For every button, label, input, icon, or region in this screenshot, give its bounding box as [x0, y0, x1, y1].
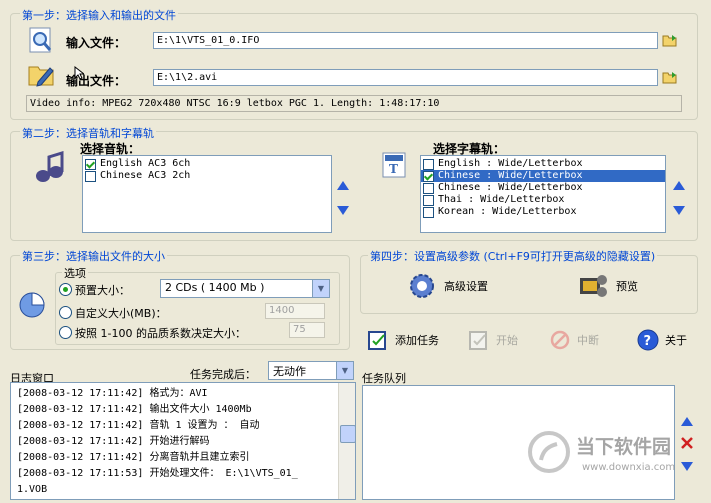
log-scrollbar[interactable]: [338, 383, 356, 499]
log-line: [2008-03-12 17:11:42] 输出文件大小 1400Mb: [17, 404, 252, 415]
checkbox-icon[interactable]: [423, 182, 434, 194]
log-line: [2008-03-12 17:11:42] 格式为：AVI: [17, 388, 208, 399]
add-task-button[interactable]: 添加任务: [367, 329, 439, 351]
browse-output-icon[interactable]: [662, 69, 678, 85]
log-line: [2008-03-12 17:11:42] 分离音轨并且建立索引: [17, 452, 250, 463]
audio-icon: [32, 150, 66, 185]
audio-track-item[interactable]: English AC3 6ch: [83, 158, 331, 170]
quality-input[interactable]: 75: [289, 322, 325, 338]
about-button[interactable]: ? 关于: [637, 329, 687, 351]
output-file-field[interactable]: E:\1\2.avi: [153, 69, 658, 86]
step2-title: 第二步：选择音轨和字幕轨: [20, 125, 156, 141]
queue-move-down-icon[interactable]: [681, 462, 693, 471]
watermark-url: www.downxia.com: [582, 462, 676, 473]
quality-size-label: 按照 1-100 的品质系数决定大小：: [75, 327, 246, 340]
browse-input-icon[interactable]: [662, 32, 678, 48]
audio-move-down-icon[interactable]: [337, 206, 349, 215]
chevron-down-icon[interactable]: ▼: [336, 362, 353, 379]
after-task-label: 任务完成后：: [190, 368, 256, 381]
step4-title: 第四步：设置高级参数 (Ctrl+F9可打开更高级的隐藏设置): [368, 248, 658, 264]
input-file-label: 输入文件：: [66, 36, 127, 50]
subtitle-track-list[interactable]: English : Wide/Letterbox Chinese : Wide/…: [420, 155, 666, 233]
options-label: 选项: [62, 265, 88, 281]
svg-text:?: ?: [644, 334, 652, 349]
checkbox-icon[interactable]: [85, 158, 96, 170]
log-line: 1.VOB: [17, 484, 48, 495]
size-pie-icon: [16, 288, 48, 320]
stop-button[interactable]: 中断: [549, 329, 599, 351]
queue-delete-icon[interactable]: [681, 437, 693, 449]
subtitle-move-down-icon[interactable]: [673, 206, 685, 215]
queue-title: 任务队列: [362, 372, 406, 385]
preset-size-select[interactable]: 2 CDs ( 1400 Mb ) ▼: [160, 279, 330, 298]
output-file-icon: [26, 59, 56, 89]
after-task-select[interactable]: 无动作 ▼: [268, 361, 354, 380]
svg-text:T: T: [389, 162, 398, 176]
film-icon: [580, 275, 607, 297]
video-info: Video info: MPEG2 720x480 NTSC 16:9 letb…: [26, 95, 682, 112]
audio-track-list[interactable]: English AC3 6ch Chinese AC3 2ch: [82, 155, 332, 233]
quality-size-radio[interactable]: [59, 326, 72, 342]
preset-size-label: 预置大小：: [75, 284, 130, 297]
subtitle-track-item[interactable]: Thai : Wide/Letterbox: [421, 194, 665, 206]
scroll-thumb[interactable]: [340, 425, 356, 443]
audio-track-item[interactable]: Chinese AC3 2ch: [83, 170, 331, 182]
subtitle-track-item[interactable]: English : Wide/Letterbox: [421, 158, 665, 170]
subtitle-track-item[interactable]: Chinese : Wide/Letterbox: [421, 182, 665, 194]
input-file-field[interactable]: E:\1\VTS_01_0.IFO: [153, 32, 658, 49]
custom-size-radio[interactable]: [59, 306, 72, 322]
input-file-icon: [26, 25, 56, 55]
step3-title: 第三步：选择输出文件的大小: [20, 248, 167, 264]
step1-title: 第一步：选择输入和输出的文件: [20, 7, 178, 23]
start-button[interactable]: 开始: [468, 329, 518, 351]
custom-size-input[interactable]: 1400: [265, 303, 325, 319]
subtitle-track-item[interactable]: Korean : Wide/Letterbox: [421, 206, 665, 218]
subtitle-track-item[interactable]: Chinese : Wide/Letterbox: [421, 170, 665, 182]
gear-icon: [410, 274, 434, 298]
log-line: [2008-03-12 17:11:42] 开始进行解码: [17, 436, 210, 447]
custom-size-label: 自定义大小(MB)：: [75, 307, 167, 320]
subtitle-move-up-icon[interactable]: [673, 181, 685, 190]
add-task-icon: [368, 331, 386, 350]
help-icon: ?: [637, 329, 659, 351]
log-window: [2008-03-12 17:11:42] 格式为：AVI [2008-03-1…: [10, 382, 356, 500]
checkbox-icon[interactable]: [423, 194, 434, 206]
preset-size-radio[interactable]: [59, 283, 72, 299]
preview-button[interactable]: 预览: [578, 272, 638, 300]
queue-move-up-icon[interactable]: [681, 417, 693, 426]
audio-move-up-icon[interactable]: [337, 181, 349, 190]
start-icon: [469, 331, 487, 350]
checkbox-icon[interactable]: [423, 170, 434, 182]
stop-icon: [550, 330, 570, 350]
chevron-down-icon[interactable]: ▼: [312, 280, 329, 297]
advanced-settings-button[interactable]: 高级设置: [408, 272, 488, 300]
log-line: [2008-03-12 17:11:53] 开始处理文件： E:\1\VTS_0…: [17, 468, 298, 479]
watermark-logo: [527, 430, 571, 474]
checkbox-icon[interactable]: [85, 170, 96, 182]
log-line: [2008-03-12 17:11:42] 音轨 1 设置为 ： 自动: [17, 420, 260, 431]
checkbox-icon[interactable]: [423, 158, 434, 170]
subtitle-icon: T: [382, 152, 408, 180]
checkbox-icon[interactable]: [423, 206, 434, 218]
mouse-cursor-icon: [74, 65, 86, 80]
watermark-name: 当下软件园: [576, 436, 672, 458]
